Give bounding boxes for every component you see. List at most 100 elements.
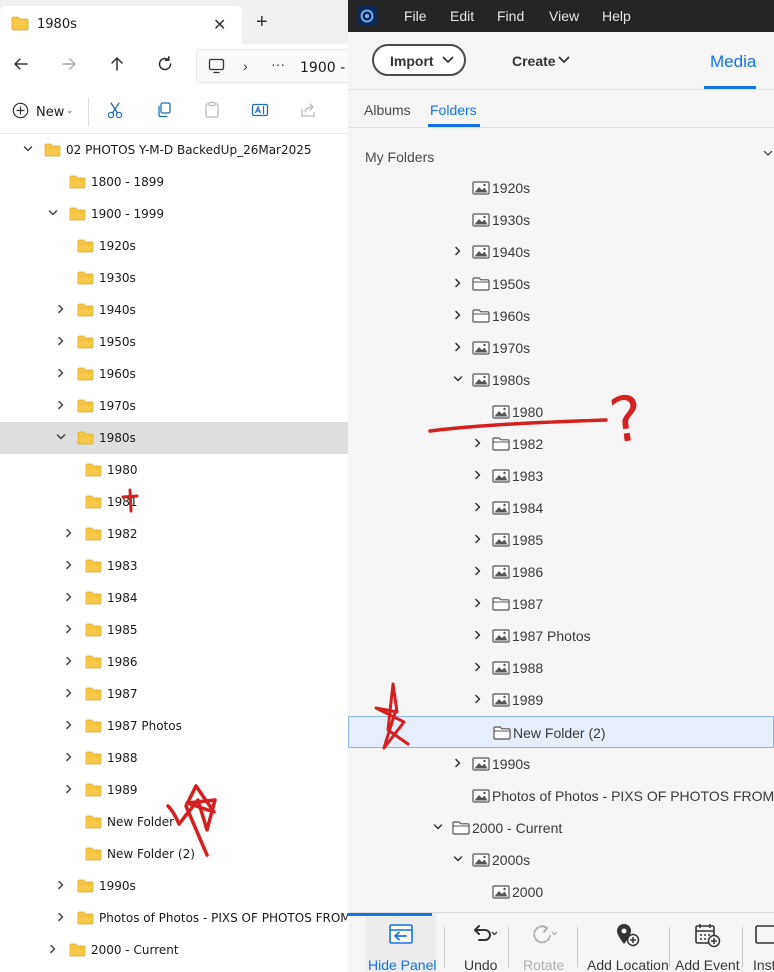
new-dropdown-caret[interactable]: ⌄ [66,105,74,116]
new-plus-icon[interactable] [12,102,29,119]
folder-item-new-folder-2[interactable]: New Folder (2) [348,716,774,748]
chevron-right-icon[interactable] [56,336,66,346]
rename-icon[interactable] [251,101,269,119]
chevron-right-icon[interactable] [56,304,66,314]
chevron-right-icon[interactable] [473,438,483,448]
folder-item-1990s[interactable]: 1990s [348,748,774,780]
my-folders-heading[interactable]: My Folders [365,149,434,165]
folder-item-1984[interactable]: 1984 [348,492,774,524]
folder-item-1950s[interactable]: 1950s [348,268,774,300]
folder-item-2000s[interactable]: 2000s [348,844,774,876]
rotate-button[interactable]: Rotate [518,913,568,972]
chevron-right-icon[interactable] [453,246,463,256]
chevron-right-icon[interactable] [453,310,463,320]
folder-item-1988[interactable]: 1988 [348,652,774,684]
chevron-right-icon[interactable] [56,368,66,378]
tree-item-1985[interactable]: 1985 [0,614,348,646]
menu-help[interactable]: Help [602,8,631,24]
tree-item-photos-of-photos-pixs-of-photos-from-1980s-a[interactable]: Photos of Photos - PIXS OF PHOTOS FROM 1… [0,902,348,934]
forward-arrow-icon[interactable] [60,55,78,73]
tree-item-1982[interactable]: 1982 [0,518,348,550]
chevron-right-icon[interactable] [473,470,483,480]
tree-item-1920s[interactable]: 1920s [0,230,348,262]
add-event-button[interactable]: Add Event [674,913,740,972]
address-overflow-button[interactable]: ··· [271,56,285,72]
chevron-right-icon[interactable] [453,758,463,768]
tree-item-2000-current[interactable]: 2000 - Current [0,934,348,966]
folder-item-1987[interactable]: 1987 [348,588,774,620]
chevron-down-icon[interactable] [763,150,773,157]
chevron-down-icon[interactable] [453,854,463,864]
chevron-right-icon[interactable] [473,694,483,704]
tree-item-1983[interactable]: 1983 [0,550,348,582]
folder-item-1940s[interactable]: 1940s [348,236,774,268]
menu-find[interactable]: Find [497,8,524,24]
paste-clipboard-icon[interactable] [203,101,221,119]
tree-item-new-folder[interactable]: New Folder [0,806,348,838]
chevron-right-icon[interactable] [64,528,74,538]
chevron-down-icon[interactable] [56,432,66,442]
tab-folders[interactable]: Folders [430,102,477,118]
chevron-right-icon[interactable] [56,880,66,890]
tree-item-1900-1999[interactable]: 1900 - 1999 [0,198,348,230]
chevron-right-icon[interactable] [473,502,483,512]
chevron-right-icon[interactable] [64,688,74,698]
chevron-right-icon[interactable] [56,912,66,922]
tree-item-1960s[interactable]: 1960s [0,358,348,390]
menu-view[interactable]: View [549,8,579,24]
new-tab-button[interactable]: + [256,12,268,32]
tree-item-1940s[interactable]: 1940s [0,294,348,326]
folder-item-1985[interactable]: 1985 [348,524,774,556]
folder-item-1982[interactable]: 1982 [348,428,774,460]
chevron-right-icon[interactable] [56,400,66,410]
tree-item-1987-photos[interactable]: 1987 Photos [0,710,348,742]
new-button[interactable]: New [36,105,64,120]
menu-edit[interactable]: Edit [450,8,474,24]
undo-button[interactable]: Undo [458,913,508,972]
chevron-down-icon[interactable] [558,56,570,64]
media-tab[interactable]: Media [710,52,756,72]
tree-item-1970s[interactable]: 1970s [0,390,348,422]
chevron-right-icon[interactable] [64,720,74,730]
tree-item-1989[interactable]: 1989 [0,774,348,806]
share-icon[interactable] [299,101,317,119]
chevron-down-icon[interactable] [433,822,443,832]
chevron-right-icon[interactable] [453,278,463,288]
chevron-right-icon[interactable] [64,560,74,570]
chevron-right-icon[interactable] [473,598,483,608]
chevron-right-icon[interactable] [473,566,483,576]
folder-item-2000[interactable]: 2000 [348,876,774,908]
tree-item-1984[interactable]: 1984 [0,582,348,614]
tab-albums[interactable]: Albums [364,102,411,118]
address-path[interactable]: 1900 - 1999 [300,60,348,76]
menu-file[interactable]: File [404,8,427,24]
back-arrow-icon[interactable] [12,55,30,73]
folder-item-1980[interactable]: 1980 [348,396,774,428]
folder-item-1983[interactable]: 1983 [348,460,774,492]
tree-item-1950s[interactable]: 1950s [0,326,348,358]
up-arrow-icon[interactable] [108,55,126,73]
folder-item-photos-of-photos-pixs-of-photos-from-19[interactable]: Photos of Photos - PIXS OF PHOTOS FROM 1… [348,780,774,812]
tree-item-1980s[interactable]: 1980s [0,422,348,454]
chevron-right-icon[interactable] [48,944,58,954]
chevron-right-icon[interactable] [64,656,74,666]
chevron-right-icon[interactable] [64,592,74,602]
folder-item-1960s[interactable]: 1960s [348,300,774,332]
folder-item-1980s[interactable]: 1980s [348,364,774,396]
copy-icon[interactable] [155,101,173,119]
chevron-right-icon[interactable] [473,630,483,640]
folder-item-1989[interactable]: 1989 [348,684,774,716]
tree-item-new-folder-2[interactable]: New Folder (2) [0,838,348,870]
tree-item-1990s[interactable]: 1990s [0,870,348,902]
chevron-right-icon[interactable] [453,342,463,352]
folder-item-1970s[interactable]: 1970s [348,332,774,364]
folder-item-1986[interactable]: 1986 [348,556,774,588]
cut-scissors-icon[interactable] [106,101,124,119]
folder-item-1987-photos[interactable]: 1987 Photos [348,620,774,652]
chevron-right-icon[interactable] [64,624,74,634]
folder-item-1920s[interactable]: 1920s [348,172,774,204]
tree-item-1800-1899[interactable]: 1800 - 1899 [0,166,348,198]
tree-item-1980[interactable]: 1980 [0,454,348,486]
chevron-right-icon[interactable] [64,752,74,762]
folder-item-1930s[interactable]: 1930s [348,204,774,236]
